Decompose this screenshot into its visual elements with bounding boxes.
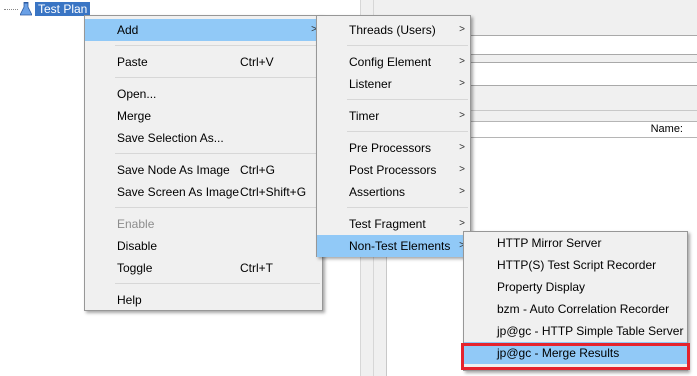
menu-item-jpgc-http-simple-table-server[interactable]: jp@gc - HTTP Simple Table Server — [464, 320, 687, 342]
annotation-highlight-box — [461, 343, 690, 370]
menu-item-paste[interactable]: Paste Ctrl+V — [85, 51, 322, 73]
menu-item-assertions[interactable]: Assertions > — [317, 181, 470, 203]
menu-item-label: Timer — [349, 109, 380, 123]
menu-item-pre-processors[interactable]: Pre Processors > — [317, 137, 470, 159]
menu-item-label: Toggle — [117, 261, 153, 275]
menu-item-non-test-elements[interactable]: Non-Test Elements > — [317, 235, 470, 257]
menu-shortcut: Ctrl+G — [240, 163, 276, 177]
menu-item-label: HTTP Mirror Server — [497, 236, 602, 250]
menu-item-label: Help — [117, 293, 142, 307]
menu-item-label: Pre Processors — [349, 141, 432, 155]
menu-item-https-test-script-recorder[interactable]: HTTP(S) Test Script Recorder — [464, 254, 687, 276]
menu-separator — [317, 203, 470, 213]
menu-item-label: Paste — [117, 55, 148, 69]
menu-item-save-node-as-image[interactable]: Save Node As Image Ctrl+G — [85, 159, 322, 181]
menu-separator — [317, 127, 470, 137]
menu-item-bzm-auto-correlation-recorder[interactable]: bzm - Auto Correlation Recorder — [464, 298, 687, 320]
submenu-arrow-icon: > — [459, 110, 465, 121]
add-submenu: Threads (Users) > Config Element > Liste… — [316, 15, 471, 257]
menu-separator — [85, 203, 322, 213]
menu-item-merge[interactable]: Merge — [85, 105, 322, 127]
menu-item-http-mirror-server[interactable]: HTTP Mirror Server — [464, 232, 687, 254]
column-header-name: Name: — [650, 123, 683, 135]
menu-item-label: Merge — [117, 109, 152, 123]
menu-item-property-display[interactable]: Property Display — [464, 276, 687, 298]
submenu-arrow-icon: > — [459, 142, 465, 153]
menu-shortcut: Ctrl+Shift+G — [240, 185, 307, 199]
menu-separator — [85, 41, 322, 51]
menu-item-disable[interactable]: Disable — [85, 235, 322, 257]
menu-item-listener[interactable]: Listener > — [317, 73, 470, 95]
menu-item-label: jp@gc - HTTP Simple Table Server — [497, 324, 684, 338]
submenu-arrow-icon: > — [459, 24, 465, 35]
tree-node-label: Test Plan — [35, 2, 91, 16]
menu-item-help[interactable]: Help — [85, 289, 322, 311]
menu-item-post-processors[interactable]: Post Processors > — [317, 159, 470, 181]
submenu-arrow-icon: > — [459, 56, 465, 67]
menu-item-label: Assertions — [349, 185, 406, 199]
menu-item-enable: Enable — [85, 213, 322, 235]
menu-item-threads-users[interactable]: Threads (Users) > — [317, 19, 470, 41]
menu-separator — [317, 41, 470, 51]
menu-item-add[interactable]: Add > — [85, 19, 322, 41]
menu-item-test-fragment[interactable]: Test Fragment > — [317, 213, 470, 235]
menu-item-config-element[interactable]: Config Element > — [317, 51, 470, 73]
menu-shortcut: Ctrl+V — [240, 55, 274, 69]
menu-item-label: Save Screen As Image — [117, 185, 240, 199]
menu-item-open[interactable]: Open... — [85, 83, 322, 105]
submenu-arrow-icon: > — [459, 78, 465, 89]
menu-item-label: bzm - Auto Correlation Recorder — [497, 302, 670, 316]
menu-item-label: Enable — [117, 217, 155, 231]
menu-item-toggle[interactable]: Toggle Ctrl+T — [85, 257, 322, 279]
context-menu: Add > Paste Ctrl+V Open... Merge Save Se… — [84, 15, 323, 311]
menu-item-label: Test Fragment — [349, 217, 426, 231]
menu-item-timer[interactable]: Timer > — [317, 105, 470, 127]
menu-separator — [85, 279, 322, 289]
menu-item-label: Save Selection As... — [117, 131, 224, 145]
submenu-arrow-icon: > — [459, 164, 465, 175]
menu-item-label: Non-Test Elements — [349, 239, 451, 253]
menu-separator — [317, 95, 470, 105]
menu-item-label: Open... — [117, 87, 157, 101]
menu-item-label: Disable — [117, 239, 158, 253]
menu-item-label: Property Display — [497, 280, 586, 294]
menu-separator — [85, 73, 322, 83]
menu-separator — [85, 149, 322, 159]
menu-shortcut: Ctrl+T — [240, 261, 273, 275]
menu-item-label: Config Element — [349, 55, 432, 69]
tree-connector — [4, 8, 18, 10]
menu-item-label: Add — [117, 23, 139, 37]
menu-item-label: Post Processors — [349, 163, 437, 177]
menu-item-save-screen-as-image[interactable]: Save Screen As Image Ctrl+Shift+G — [85, 181, 322, 203]
menu-item-label: HTTP(S) Test Script Recorder — [497, 258, 657, 272]
flask-icon — [20, 2, 32, 16]
tree-node-test-plan[interactable]: Test Plan — [4, 1, 91, 17]
menu-item-label: Threads (Users) — [349, 23, 436, 37]
submenu-arrow-icon: > — [459, 186, 465, 197]
menu-item-label: Save Node As Image — [117, 163, 230, 177]
menu-item-save-selection-as[interactable]: Save Selection As... — [85, 127, 322, 149]
menu-item-label: Listener — [349, 77, 392, 91]
